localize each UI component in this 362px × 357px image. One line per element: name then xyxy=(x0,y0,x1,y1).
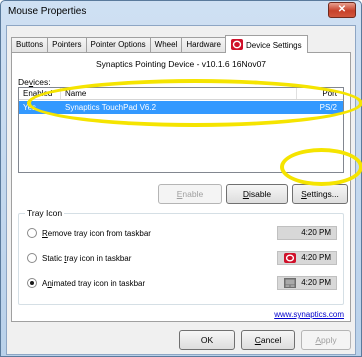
synaptics-website-link[interactable]: www.synaptics.com xyxy=(274,310,344,319)
tray-preview-remove: 4:20 PM xyxy=(277,226,337,240)
table-row[interactable]: Yes Synaptics TouchPad V6.2 PS/2 xyxy=(19,101,343,114)
row-port: PS/2 xyxy=(319,103,337,112)
animated-tray-label: Animated tray icon in taskbar xyxy=(42,278,146,288)
radio-static-tray-icon[interactable] xyxy=(27,253,37,263)
devices-label: Devices: xyxy=(18,77,51,87)
tab-hardware[interactable]: Hardware xyxy=(181,37,227,52)
tab-pointers[interactable]: Pointers xyxy=(47,37,87,52)
radio-animated-tray-icon[interactable] xyxy=(27,278,37,288)
devices-list-header: Enabled Name Port xyxy=(19,88,343,100)
radio-remove-tray-icon[interactable] xyxy=(27,228,37,238)
window-title: Mouse Properties xyxy=(8,6,87,17)
column-port[interactable]: Port xyxy=(297,88,343,99)
title-bar[interactable]: Mouse Properties ✕ xyxy=(1,1,361,23)
driver-version-label: Synaptics Pointing Device - v10.1.6 16No… xyxy=(95,59,267,69)
mouse-properties-window: Mouse Properties ✕ Buttons Pointers Poin… xyxy=(0,0,362,357)
column-enabled[interactable]: Enabled xyxy=(19,88,61,99)
apply-button[interactable]: Apply xyxy=(301,330,351,350)
ok-button[interactable]: OK xyxy=(179,330,235,350)
enable-button[interactable]: Enable xyxy=(158,184,222,204)
synaptics-logo-icon xyxy=(231,39,244,50)
close-icon: ✕ xyxy=(337,4,347,15)
tab-wheel[interactable]: Wheel xyxy=(149,37,183,52)
column-name[interactable]: Name xyxy=(61,88,297,99)
disable-button[interactable]: Disable xyxy=(226,184,288,204)
tray-icon-group: Tray Icon Remove tray icon from taskbar … xyxy=(18,208,344,305)
tray-option-static[interactable]: Static tray icon in taskbar xyxy=(27,251,131,265)
tab-device-settings[interactable]: Device Settings xyxy=(225,35,308,53)
touchpad-icon xyxy=(284,278,296,288)
tab-strip: Buttons Pointers Pointer Options Wheel H… xyxy=(11,35,308,53)
devices-list[interactable]: Enabled Name Port Yes Synaptics TouchPad… xyxy=(18,87,344,173)
remove-tray-label: Remove tray icon from taskbar xyxy=(42,228,151,238)
cancel-button[interactable]: Cancel xyxy=(241,330,295,350)
tray-option-animated[interactable]: Animated tray icon in taskbar xyxy=(27,276,145,290)
settings-button[interactable]: Settings... xyxy=(292,184,348,204)
tray-preview-animated: 4:20 PM xyxy=(277,276,337,290)
row-name: Synaptics TouchPad V6.2 xyxy=(65,103,157,112)
row-enabled: Yes xyxy=(23,103,37,112)
tray-option-remove[interactable]: Remove tray icon from taskbar xyxy=(27,226,151,240)
device-settings-panel: Synaptics Pointing Device - v10.1.6 16No… xyxy=(11,52,351,322)
dialog-client: Buttons Pointers Pointer Options Wheel H… xyxy=(6,25,356,355)
tray-preview-static: 4:20 PM xyxy=(277,251,337,265)
close-button[interactable]: ✕ xyxy=(328,2,356,18)
tab-buttons[interactable]: Buttons xyxy=(11,37,49,52)
synaptics-red-icon xyxy=(284,253,296,263)
tab-pointer-options[interactable]: Pointer Options xyxy=(85,37,151,52)
tray-icon-legend: Tray Icon xyxy=(25,208,65,218)
tab-device-settings-label: Device Settings xyxy=(246,41,302,50)
static-tray-label: Static tray icon in taskbar xyxy=(42,253,132,263)
